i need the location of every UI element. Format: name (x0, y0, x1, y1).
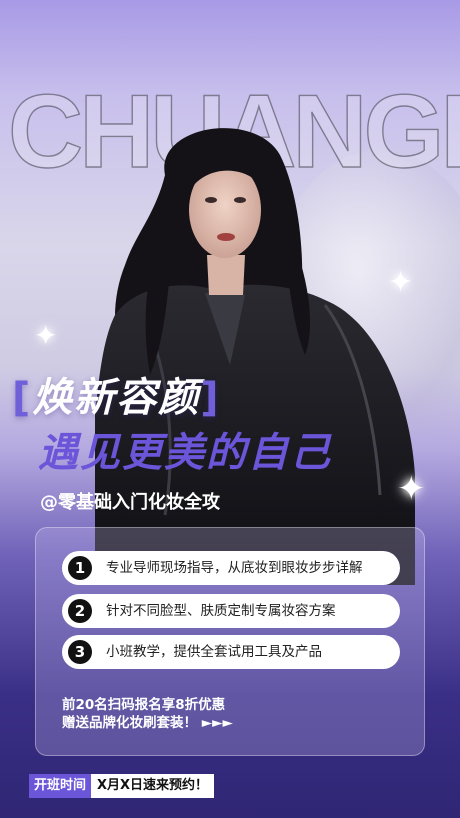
sparkle-icon: ✦ (388, 265, 414, 300)
headline-line2: 遇见更美的自己 (38, 430, 332, 476)
feature-number: 3 (68, 640, 92, 664)
feature-number: 1 (68, 556, 92, 580)
feature-item: 2 针对不同脸型、肤质定制专属妆容方案 (62, 594, 400, 628)
feature-number: 2 (68, 599, 92, 623)
headline-line1: [焕新容颜] (12, 375, 221, 421)
schedule-value: X月X日速来预约！ (91, 774, 215, 798)
sparkle-icon: ✦ (34, 319, 58, 352)
model-photo (95, 128, 415, 585)
feature-text: 小班教学，提供全套试用工具及产品 (106, 644, 322, 660)
sparkle-icon: ✦ (397, 469, 426, 509)
offer-line1: 前20名扫码报名享8折优惠 (62, 697, 226, 713)
subtitle: @零基础入门化妆全攻 (40, 492, 220, 513)
feature-item: 3 小班教学，提供全套试用工具及产品 (62, 635, 400, 669)
offer-line2: 赠送品牌化妆刷套装！ ►►► (62, 715, 233, 731)
feature-item: 1 专业导师现场指导，从底妆到眼妆步步详解 (62, 551, 400, 585)
schedule-bar: 开班时间 X月X日速来预约！ (29, 774, 215, 798)
poster: CHUANGKE ✦ ✦ ✦ (0, 0, 460, 818)
schedule-label: 开班时间 (29, 774, 92, 798)
feature-text: 针对不同脸型、肤质定制专属妆容方案 (106, 603, 336, 619)
feature-text: 专业导师现场指导，从底妆到眼妆步步详解 (106, 560, 363, 576)
